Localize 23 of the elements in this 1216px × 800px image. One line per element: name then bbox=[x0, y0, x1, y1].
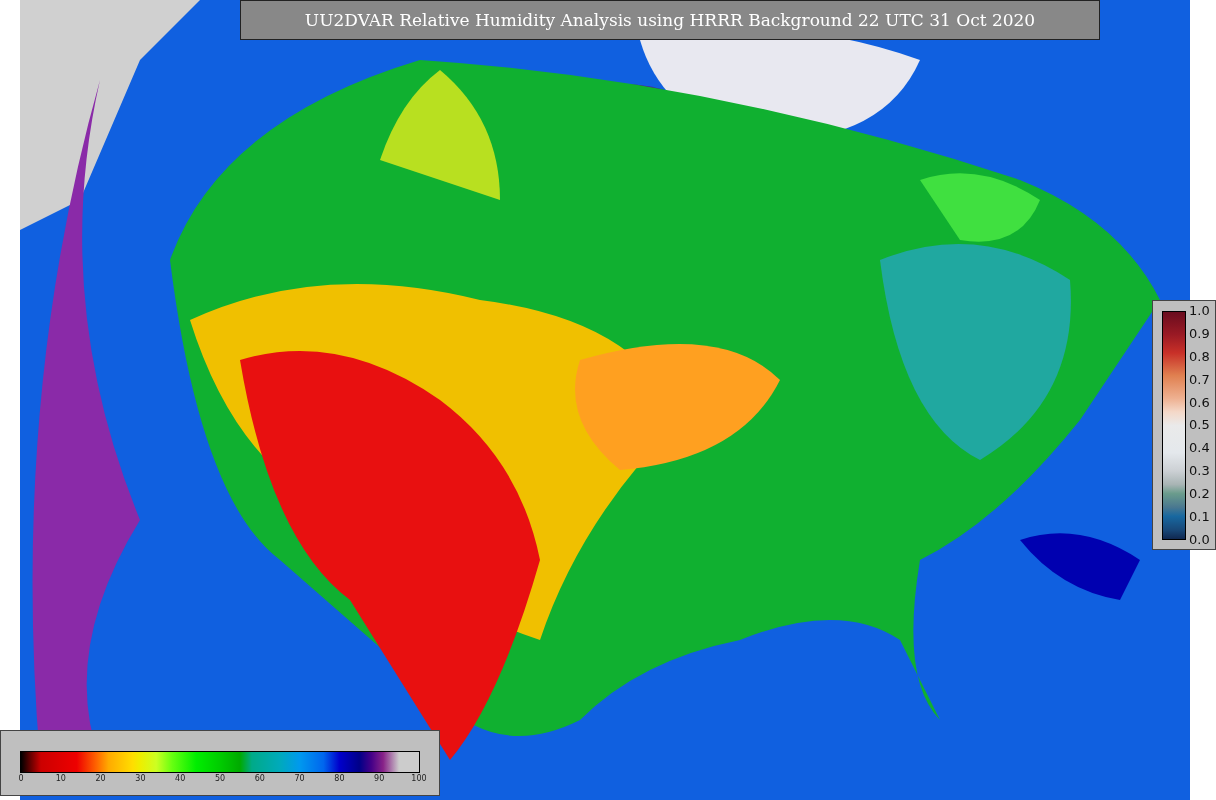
tick-label: 0.4 bbox=[1189, 440, 1210, 457]
map-title: UU2DVAR Relative Humidity Analysis using HRRR Background 22 UTC 31 Oct 2020 bbox=[240, 0, 1100, 40]
tick-label: 0.6 bbox=[1189, 394, 1210, 411]
tick-label: 0.7 bbox=[1189, 371, 1210, 388]
tick-label: 30 bbox=[135, 774, 146, 783]
tick-label: 80 bbox=[334, 774, 345, 783]
tick-label: 0.1 bbox=[1189, 509, 1210, 525]
tick-label: 0.0 bbox=[1189, 531, 1210, 548]
tick-label: 0.8 bbox=[1189, 348, 1210, 365]
tick-label: 100 bbox=[411, 774, 427, 783]
tick-label: 10 bbox=[55, 774, 66, 783]
tick-label: 0.2 bbox=[1189, 486, 1210, 503]
tick-label: 1.0 bbox=[1189, 303, 1210, 319]
tick-label: 0.9 bbox=[1189, 325, 1210, 342]
tick-label: 70 bbox=[294, 774, 305, 783]
tick-label: 50 bbox=[214, 774, 226, 783]
tick-label: 0 bbox=[18, 774, 24, 783]
tick-label: 90 bbox=[374, 774, 385, 783]
tick-label: 40 bbox=[175, 774, 186, 783]
tick-label: 0.5 bbox=[1189, 417, 1210, 434]
tick-label: 60 bbox=[254, 774, 265, 783]
tick-label: 0.3 bbox=[1189, 463, 1210, 480]
tick-label: 20 bbox=[95, 774, 106, 783]
